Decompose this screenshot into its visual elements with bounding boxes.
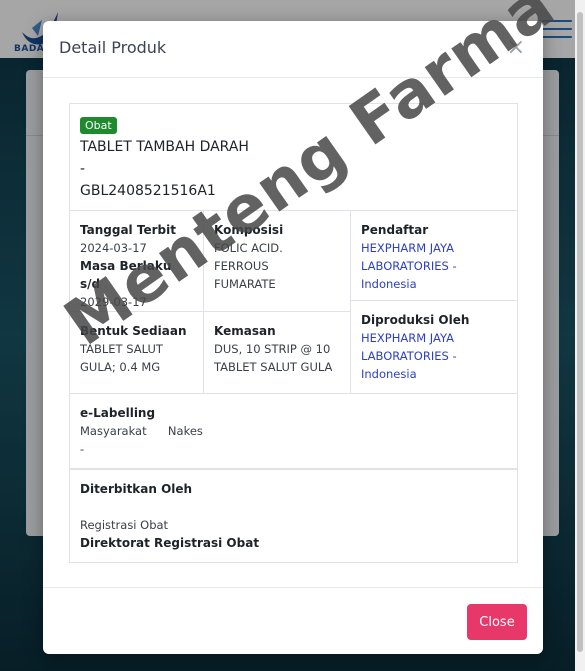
- product-name: TABLET TAMBAH DARAH: [80, 139, 249, 155]
- e-labelling-health-worker-link[interactable]: Nakes: [168, 424, 203, 438]
- registrant-label: Pendaftar: [361, 223, 429, 237]
- manufacturer-cell: Diproduksi Oleh HEXPHARM JAYA LABORATORI…: [350, 300, 517, 393]
- page-scrollbar[interactable]: [575, 0, 585, 671]
- scrollbar-thumb[interactable]: [577, 12, 583, 652]
- modal-header: Detail Produk ×: [43, 21, 543, 78]
- valid-until-value: 2029-03-17: [80, 295, 147, 309]
- e-labelling-public-link[interactable]: Masyarakat: [80, 424, 147, 438]
- modal-footer: Close: [43, 587, 543, 655]
- composition-label: Komposisi: [214, 223, 284, 237]
- close-icon[interactable]: ×: [507, 37, 525, 59]
- registrant-link-line-2[interactable]: LABORATORIES -: [361, 257, 507, 275]
- issue-date-label: Tanggal Terbit: [80, 223, 176, 237]
- issue-date-value: 2024-03-17: [80, 241, 147, 255]
- modal-title: Detail Produk: [59, 38, 167, 57]
- composition-value-line-2: FUMARATE: [214, 277, 276, 291]
- registrant-cell: Pendaftar HEXPHARM JAYA LABORATORIES - I…: [350, 210, 517, 300]
- dosage-form-value-line-1: TABLET SALUT: [80, 342, 163, 356]
- registration-number: GBL2408521516A1: [80, 183, 216, 199]
- manufacturer-label: Diproduksi Oleh: [361, 313, 470, 327]
- registrant-link-line-1[interactable]: HEXPHARM JAYA: [361, 239, 507, 257]
- publisher-cell: Diterbitkan Oleh Registrasi Obat Direkto…: [70, 468, 517, 562]
- dosage-form-cell: Bentuk Sediaan TABLET SALUT GULA; 0.4 MG: [70, 311, 203, 393]
- e-labelling-cell: e-Labelling Masyarakat Nakes -: [70, 393, 517, 468]
- close-button[interactable]: Close: [467, 604, 527, 640]
- e-labelling-dash: -: [80, 442, 85, 456]
- issue-date-cell: Tanggal Terbit 2024-03-17 Masa Berlaku s…: [70, 210, 203, 311]
- publisher-value-line-2: Direktorat Registrasi Obat: [80, 536, 260, 550]
- valid-until-label: Masa Berlaku s/d: [80, 259, 172, 291]
- dosage-form-label: Bentuk Sediaan: [80, 324, 187, 338]
- manufacturer-link-line-3[interactable]: Indonesia: [361, 365, 507, 383]
- publisher-label: Diterbitkan Oleh: [80, 482, 193, 496]
- e-labelling-label: e-Labelling: [80, 406, 156, 420]
- composition-cell: Komposisi FOLIC ACID. FERROUS FUMARATE: [203, 210, 350, 311]
- packaging-value-line-2: TABLET SALUT GULA: [214, 360, 333, 374]
- packaging-cell: Kemasan DUS, 10 STRIP @ 10 TABLET SALUT …: [203, 311, 350, 393]
- product-title-block: Obat TABLET TAMBAH DARAH - GBL2408521516…: [80, 114, 500, 210]
- manufacturer-link-line-2[interactable]: LABORATORIES -: [361, 347, 507, 365]
- product-separator: -: [80, 161, 86, 177]
- category-badge: Obat: [80, 117, 117, 134]
- product-detail-table: Obat TABLET TAMBAH DARAH - GBL2408521516…: [69, 103, 518, 563]
- registrant-link-line-3[interactable]: Indonesia: [361, 275, 507, 293]
- packaging-label: Kemasan: [214, 324, 276, 338]
- composition-value-line-1: FOLIC ACID. FERROUS: [214, 241, 283, 273]
- dosage-form-value-line-2: GULA; 0.4 MG: [80, 360, 161, 374]
- publisher-value-line-1: Registrasi Obat: [80, 518, 169, 532]
- manufacturer-link-line-1[interactable]: HEXPHARM JAYA: [361, 329, 507, 347]
- packaging-value-line-1: DUS, 10 STRIP @ 10: [214, 342, 331, 356]
- product-detail-modal: Detail Produk × Obat TABLET TAMBAH DARAH…: [43, 21, 543, 654]
